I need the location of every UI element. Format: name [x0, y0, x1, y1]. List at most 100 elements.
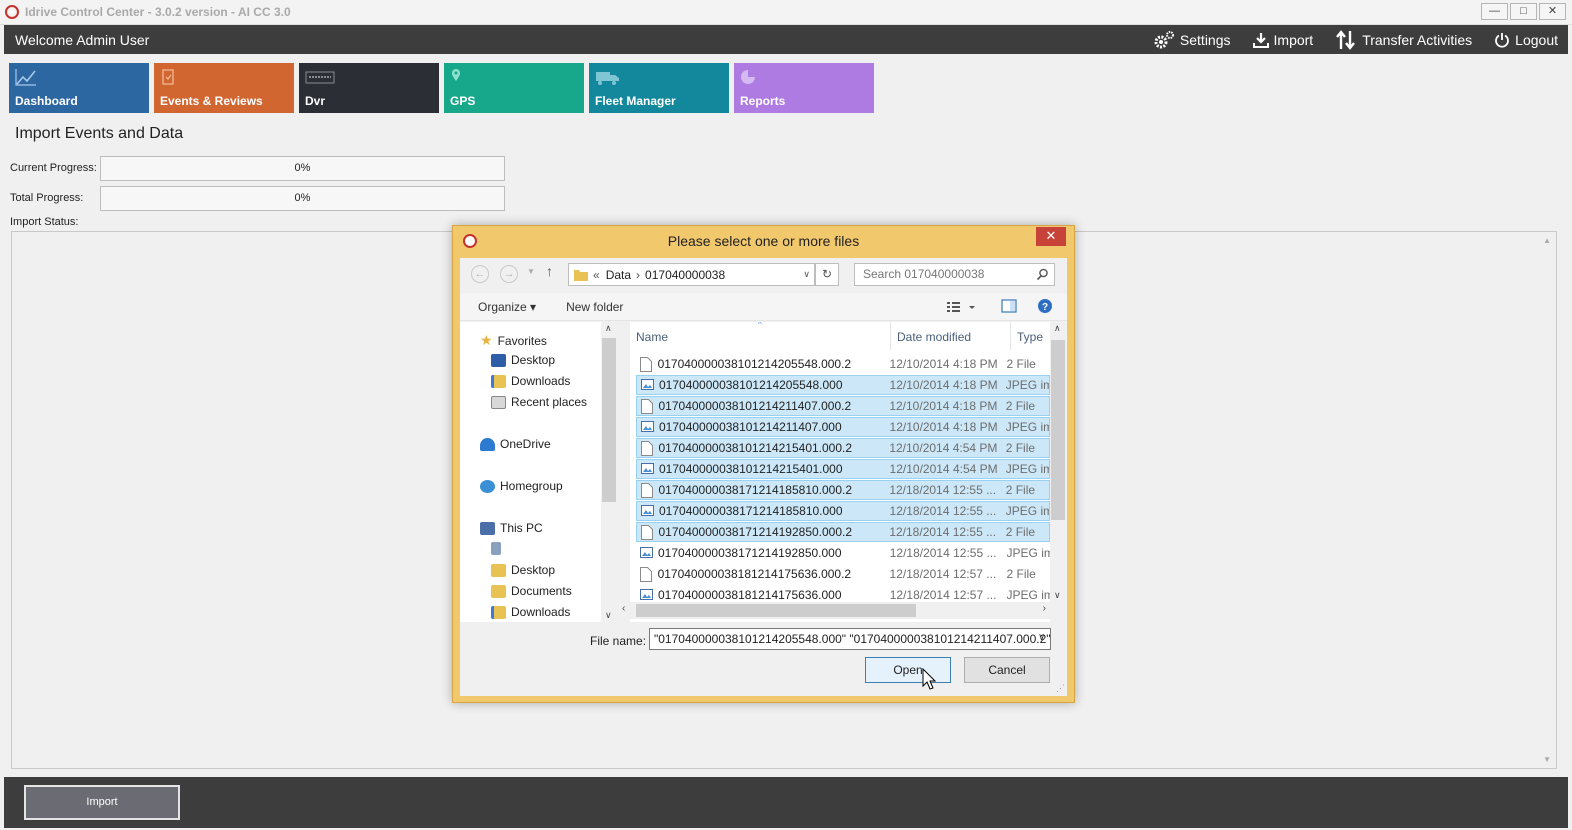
gear-icon	[1154, 30, 1174, 48]
tile-events-reviews[interactable]: Events & Reviews	[154, 63, 294, 113]
scroll-up-arrow[interactable]: ▲	[1543, 236, 1551, 245]
recent-locations-dropdown[interactable]: ▼	[527, 267, 535, 276]
desktop-icon	[491, 353, 506, 367]
file-row[interactable]: 017040000038171214185810.000.2 12/18/2014…	[636, 480, 1050, 500]
navigation-scrollbar[interactable]: ∧ ∨	[601, 322, 618, 622]
nav-homegroup[interactable]: Homegroup	[480, 479, 563, 493]
preview-pane-icon[interactable]	[1001, 298, 1017, 314]
file-name-dropdown-icon[interactable]: ∨	[1038, 632, 1045, 643]
address-dropdown-icon[interactable]: ∨	[803, 269, 810, 280]
tile-dvr[interactable]: Dvr	[299, 63, 439, 113]
tile-label: GPS	[450, 94, 476, 108]
bottom-bar: Import	[4, 777, 1568, 828]
forward-button[interactable]: →	[500, 265, 518, 283]
window-title-bar: Idrive Control Center - 3.0.2 version - …	[0, 0, 1572, 25]
tile-label: Dvr	[305, 94, 326, 108]
nav-pc-downloads[interactable]: Downloads	[491, 605, 570, 619]
nav-favorites[interactable]: ★ Favorites	[480, 332, 547, 349]
nav-downloads[interactable]: Downloads	[491, 374, 570, 388]
column-header-name[interactable]: Name	[636, 322, 668, 354]
logout-menu-item[interactable]: Logout	[1494, 32, 1558, 48]
breadcrumb-current[interactable]: 017040000038	[645, 268, 725, 282]
close-window-button[interactable]: ✕	[1539, 3, 1566, 20]
file-type: 2 File	[1005, 441, 1036, 455]
tile-label: Dashboard	[15, 94, 78, 108]
app-logo-icon	[5, 5, 19, 19]
file-row[interactable]: 017040000038171214192850.000.2 12/18/2014…	[636, 522, 1050, 542]
import-button[interactable]: Import	[24, 785, 180, 820]
jpeg-image-icon	[641, 420, 654, 435]
nav-pc-desktop[interactable]: Desktop	[491, 563, 555, 577]
total-progress-bar: 0%	[100, 186, 505, 211]
power-icon	[1495, 32, 1510, 48]
file-row[interactable]: 017040000038171214185810.000 12/18/2014 1…	[636, 501, 1050, 521]
nav-this-pc[interactable]: This PC	[480, 521, 543, 535]
file-row[interactable]: 017040000038101214211407.000.2 12/10/2014…	[636, 396, 1050, 416]
file-row[interactable]: 017040000038101214211407.000 12/10/2014 4…	[636, 417, 1050, 437]
file-name: 017040000038101214215401.000	[659, 462, 843, 476]
nav-pc-documents[interactable]: Documents	[491, 584, 572, 598]
file-row[interactable]: 017040000038101214215401.000 12/10/2014 4…	[636, 459, 1050, 479]
tile-gps[interactable]: GPS	[444, 63, 584, 113]
file-row[interactable]: 017040000038101214215401.000.2 12/10/2014…	[636, 438, 1050, 458]
file-list-horizontal-scrollbar[interactable]: ‹ ›	[618, 602, 1050, 619]
view-options-icon[interactable]	[946, 300, 978, 314]
tile-fleet-manager[interactable]: Fleet Manager	[589, 63, 729, 113]
scroll-down-arrow[interactable]: ▼	[1543, 755, 1551, 764]
open-button[interactable]: Open	[865, 657, 951, 683]
dialog-title: Please select one or more files	[667, 233, 860, 249]
jpeg-image-icon	[640, 546, 653, 561]
file-row[interactable]: 017040000038101214205548.000 12/10/2014 4…	[636, 375, 1050, 395]
cancel-button[interactable]: Cancel	[964, 657, 1050, 683]
search-input[interactable]: Search 017040000038	[854, 263, 1055, 286]
file-date: 12/10/2014 4:18 PM	[889, 399, 998, 413]
tile-dashboard[interactable]: Dashboard	[9, 63, 149, 113]
column-header-date-modified[interactable]: Date modified	[897, 322, 971, 354]
file-type: JPEG image	[1005, 462, 1050, 476]
transfer-activities-menu-item[interactable]: Transfer Activities	[1335, 29, 1472, 50]
file-row[interactable]: 017040000038171214192850.000 12/18/2014 1…	[636, 543, 1050, 563]
file-type: 2 File	[1005, 399, 1036, 413]
downloads-folder-icon	[491, 374, 506, 388]
dialog-close-button[interactable]: ✕	[1036, 227, 1066, 246]
column-header-type[interactable]: Type	[1017, 322, 1043, 354]
file-name-input[interactable]: "017040000038101214205548.000" "01704000…	[649, 628, 1051, 650]
new-folder-button[interactable]: New folder	[566, 300, 623, 314]
page-title: Import Events and Data	[15, 125, 184, 142]
module-tiles: Dashboard Events & Reviews Dvr GPS Fleet…	[9, 63, 874, 113]
welcome-text: Welcome Admin User	[15, 31, 150, 48]
file-list-vertical-scrollbar[interactable]: ∧ ∨	[1050, 322, 1067, 602]
breadcrumb-overflow[interactable]: «	[593, 268, 600, 282]
sort-ascending-icon: ^	[758, 322, 762, 329]
file-row[interactable]: 017040000038181214175636.000.2 12/18/2014…	[636, 564, 1050, 584]
nav-onedrive[interactable]: OneDrive	[480, 437, 551, 451]
breadcrumb-data[interactable]: Data	[606, 268, 631, 282]
onedrive-icon	[480, 437, 495, 451]
settings-menu-item[interactable]: Settings	[1153, 30, 1231, 50]
dialog-toolbar: Organize ▾ New folder ?	[460, 293, 1067, 321]
dialog-body: ← → ▼ ↑ « Data › 017040000038 ∨ ↻ Search…	[460, 258, 1067, 696]
tile-reports[interactable]: Reports	[734, 63, 874, 113]
nav-network-drive[interactable]	[491, 542, 501, 555]
organize-button[interactable]: Organize ▾	[478, 300, 536, 314]
maximize-button[interactable]: □	[1510, 3, 1537, 20]
back-button[interactable]: ←	[471, 265, 489, 283]
minimize-button[interactable]: —	[1481, 3, 1508, 20]
help-icon[interactable]: ?	[1037, 298, 1053, 314]
nav-recent-places[interactable]: Recent places	[491, 395, 587, 409]
refresh-button[interactable]: ↻	[815, 263, 839, 286]
nav-desktop[interactable]: Desktop	[491, 353, 555, 367]
up-folder-button[interactable]: ↑	[546, 263, 553, 279]
documents-folder-icon	[491, 584, 506, 598]
tile-label: Reports	[740, 94, 786, 108]
resize-grip-icon[interactable]: ⋰	[1056, 683, 1065, 694]
address-bar[interactable]: « Data › 017040000038 ∨	[568, 263, 815, 286]
import-menu-item[interactable]: Import	[1252, 32, 1313, 48]
file-type: JPEG image	[1005, 378, 1050, 392]
file-icon	[640, 356, 653, 372]
file-row[interactable]: 01704000003810121420554​8.000.2 12/10/201…	[636, 354, 1050, 374]
file-type: 2 File	[1005, 483, 1036, 497]
chart-icon	[15, 69, 36, 86]
file-type: JPEG image	[1005, 504, 1050, 518]
file-date: 12/18/2014 12:57 ...	[889, 567, 997, 581]
